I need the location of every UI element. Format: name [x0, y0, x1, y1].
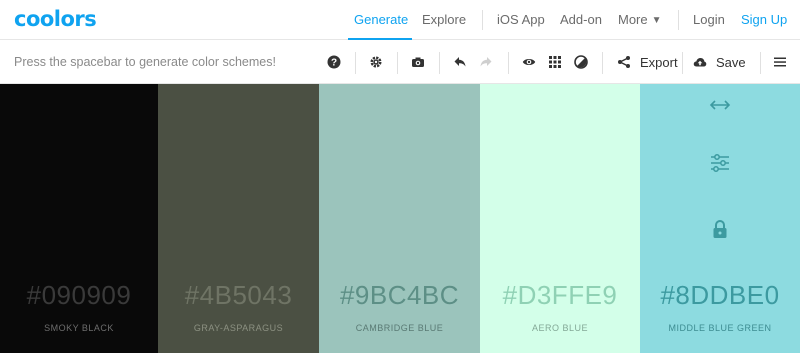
toolbar-divider	[508, 52, 509, 74]
nav-more-label: More	[618, 12, 648, 27]
adjust-sliders-icon[interactable]	[709, 152, 731, 174]
swatch-color-name[interactable]: GRAY-ASPARAGUS	[158, 323, 319, 333]
swatch-color-name[interactable]: AERO BLUE	[480, 323, 640, 333]
color-swatch[interactable]: #090909 SMOKY BLACK	[0, 84, 158, 353]
swatch-color-name[interactable]: CAMBRIDGE BLUE	[319, 323, 480, 333]
chevron-down-icon: ▼	[651, 15, 662, 26]
spacebar-hint: Press the spacebar to generate color sch…	[14, 55, 276, 69]
nav-addon[interactable]: Add-on	[560, 12, 602, 27]
toolbar-divider	[760, 52, 761, 74]
toolbar-divider	[682, 52, 683, 74]
color-swatch[interactable]: #8DDBE0 MIDDLE BLUE GREEN	[640, 84, 800, 353]
grid-icon[interactable]	[546, 53, 564, 71]
help-icon[interactable]: ?	[325, 53, 343, 71]
swatch-hex-code[interactable]: #090909	[0, 280, 158, 311]
redo-icon[interactable]	[477, 53, 495, 71]
active-tab-indicator	[348, 38, 412, 40]
contrast-icon[interactable]	[572, 53, 590, 71]
undo-icon[interactable]	[451, 53, 469, 71]
swatch-hex-code[interactable]: #D3FFE9	[480, 280, 640, 311]
toolbar: Press the spacebar to generate color sch…	[0, 41, 800, 84]
menu-icon[interactable]	[771, 53, 789, 71]
camera-icon[interactable]	[409, 53, 427, 71]
nav-more[interactable]: More ▼	[618, 12, 662, 27]
nav-ios-app[interactable]: iOS App	[497, 12, 545, 27]
nav-explore[interactable]: Explore	[422, 12, 466, 27]
save-button[interactable]: Save	[716, 55, 746, 70]
color-swatch[interactable]: #4B5043 GRAY-ASPARAGUS	[158, 84, 319, 353]
swatch-color-name[interactable]: SMOKY BLACK	[0, 323, 158, 333]
share-icon[interactable]	[615, 53, 633, 71]
toolbar-divider	[602, 52, 603, 74]
color-swatch[interactable]: #D3FFE9 AERO BLUE	[480, 84, 640, 353]
color-swatch[interactable]: #9BC4BC CAMBRIDGE BLUE	[319, 84, 480, 353]
color-palette: #090909 SMOKY BLACK #4B5043 GRAY-ASPARAG…	[0, 84, 800, 353]
swap-arrows-icon[interactable]	[709, 94, 731, 116]
nav-generate[interactable]: Generate	[354, 12, 408, 27]
settings-icon[interactable]	[367, 53, 385, 71]
save-cloud-icon[interactable]	[691, 53, 709, 71]
nav-signup[interactable]: Sign Up	[741, 12, 787, 27]
lock-icon[interactable]	[709, 218, 731, 240]
export-button[interactable]: Export	[640, 55, 678, 70]
nav-divider	[482, 10, 483, 30]
top-navigation: coolors Generate Explore iOS App Add-on …	[0, 0, 800, 40]
nav-divider	[678, 10, 679, 30]
swatch-hex-code[interactable]: #9BC4BC	[319, 280, 480, 311]
swatch-hex-code[interactable]: #8DDBE0	[640, 280, 800, 311]
coolors-logo[interactable]: coolors	[14, 7, 97, 31]
swatch-color-name[interactable]: MIDDLE BLUE GREEN	[640, 323, 800, 333]
swatch-hex-code[interactable]: #4B5043	[158, 280, 319, 311]
svg-text:?: ?	[331, 58, 337, 69]
toolbar-divider	[355, 52, 356, 74]
view-icon[interactable]	[520, 53, 538, 71]
toolbar-divider	[439, 52, 440, 74]
toolbar-divider	[397, 52, 398, 74]
nav-login[interactable]: Login	[693, 12, 725, 27]
